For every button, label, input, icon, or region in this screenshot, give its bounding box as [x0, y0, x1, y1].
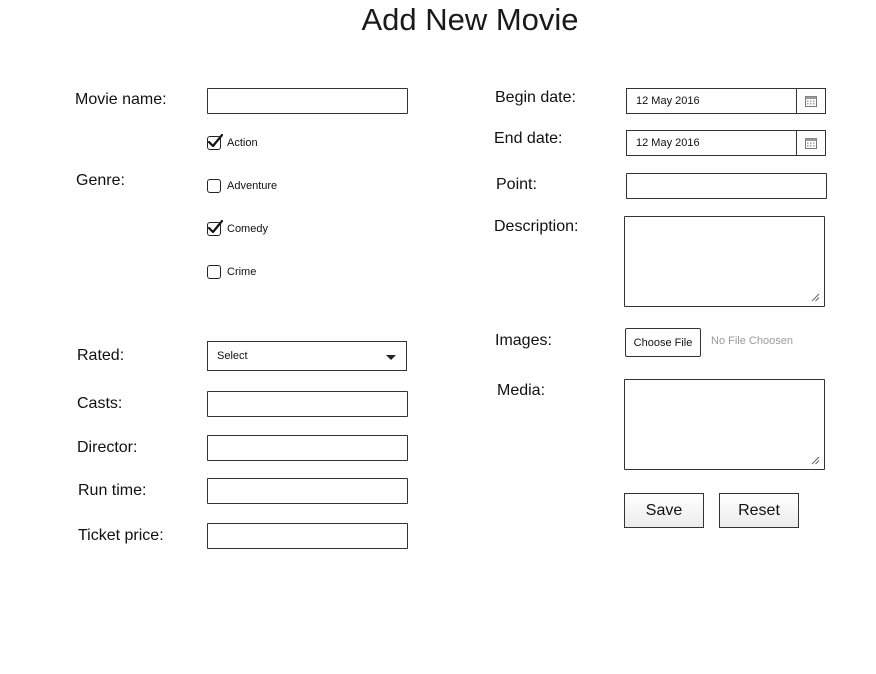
checkmark-icon	[207, 219, 224, 234]
rated-select[interactable]: Select	[207, 341, 407, 371]
end-date-label: End date:	[494, 130, 563, 147]
begin-date-label: Begin date:	[495, 89, 576, 106]
director-label: Director:	[77, 439, 138, 456]
begin-date-picker[interactable]: 12 May 2016	[626, 88, 826, 114]
genre-option-crime[interactable]: Crime	[207, 265, 256, 279]
description-label: Description:	[494, 218, 579, 235]
genre-option-label: Crime	[227, 266, 257, 278]
media-textarea[interactable]	[624, 379, 825, 470]
calendar-icon[interactable]	[796, 89, 825, 113]
movie-name-input[interactable]	[207, 88, 408, 114]
ticket-price-label: Ticket price:	[78, 527, 164, 544]
genre-checkbox-comedy[interactable]	[207, 219, 224, 236]
director-input[interactable]	[207, 435, 408, 461]
begin-date-value: 12 May 2016	[636, 95, 700, 107]
rated-select-value: Select	[217, 350, 248, 362]
description-textarea[interactable]	[624, 216, 825, 307]
checkmark-icon	[207, 133, 224, 148]
genre-option-label: Comedy	[227, 223, 268, 235]
genre-option-comedy[interactable]: Comedy	[207, 219, 268, 236]
point-input[interactable]	[626, 173, 827, 199]
casts-input[interactable]	[207, 391, 408, 417]
file-status-text: No File Choosen	[711, 335, 793, 347]
calendar-icon[interactable]	[796, 131, 825, 155]
run-time-input[interactable]	[207, 478, 408, 504]
run-time-label: Run time:	[78, 482, 147, 499]
genre-checkbox-crime[interactable]	[207, 265, 221, 279]
reset-button[interactable]: Reset	[719, 493, 799, 528]
page-title: Add New Movie	[361, 2, 579, 37]
resize-grip-icon[interactable]	[811, 293, 820, 302]
genre-checkbox-action[interactable]	[207, 133, 224, 150]
casts-label: Casts:	[77, 395, 123, 412]
genre-label: Genre:	[76, 172, 125, 189]
point-label: Point:	[496, 176, 537, 193]
chevron-down-icon	[386, 354, 396, 360]
choose-file-button[interactable]: Choose File	[625, 328, 701, 357]
media-label: Media:	[497, 382, 546, 399]
ticket-price-input[interactable]	[207, 523, 408, 549]
images-label: Images:	[495, 332, 552, 349]
end-date-picker[interactable]: 12 May 2016	[626, 130, 826, 156]
save-button[interactable]: Save	[624, 493, 704, 528]
genre-option-adventure[interactable]: Adventure	[207, 179, 277, 193]
genre-option-label: Adventure	[227, 180, 278, 192]
genre-option-action[interactable]: Action	[207, 133, 258, 150]
genre-option-label: Action	[227, 137, 258, 149]
resize-grip-icon[interactable]	[811, 456, 820, 465]
rated-label: Rated:	[77, 347, 125, 364]
movie-name-label: Movie name:	[75, 91, 167, 108]
end-date-value: 12 May 2016	[636, 137, 700, 149]
genre-checkbox-adventure[interactable]	[207, 179, 221, 193]
